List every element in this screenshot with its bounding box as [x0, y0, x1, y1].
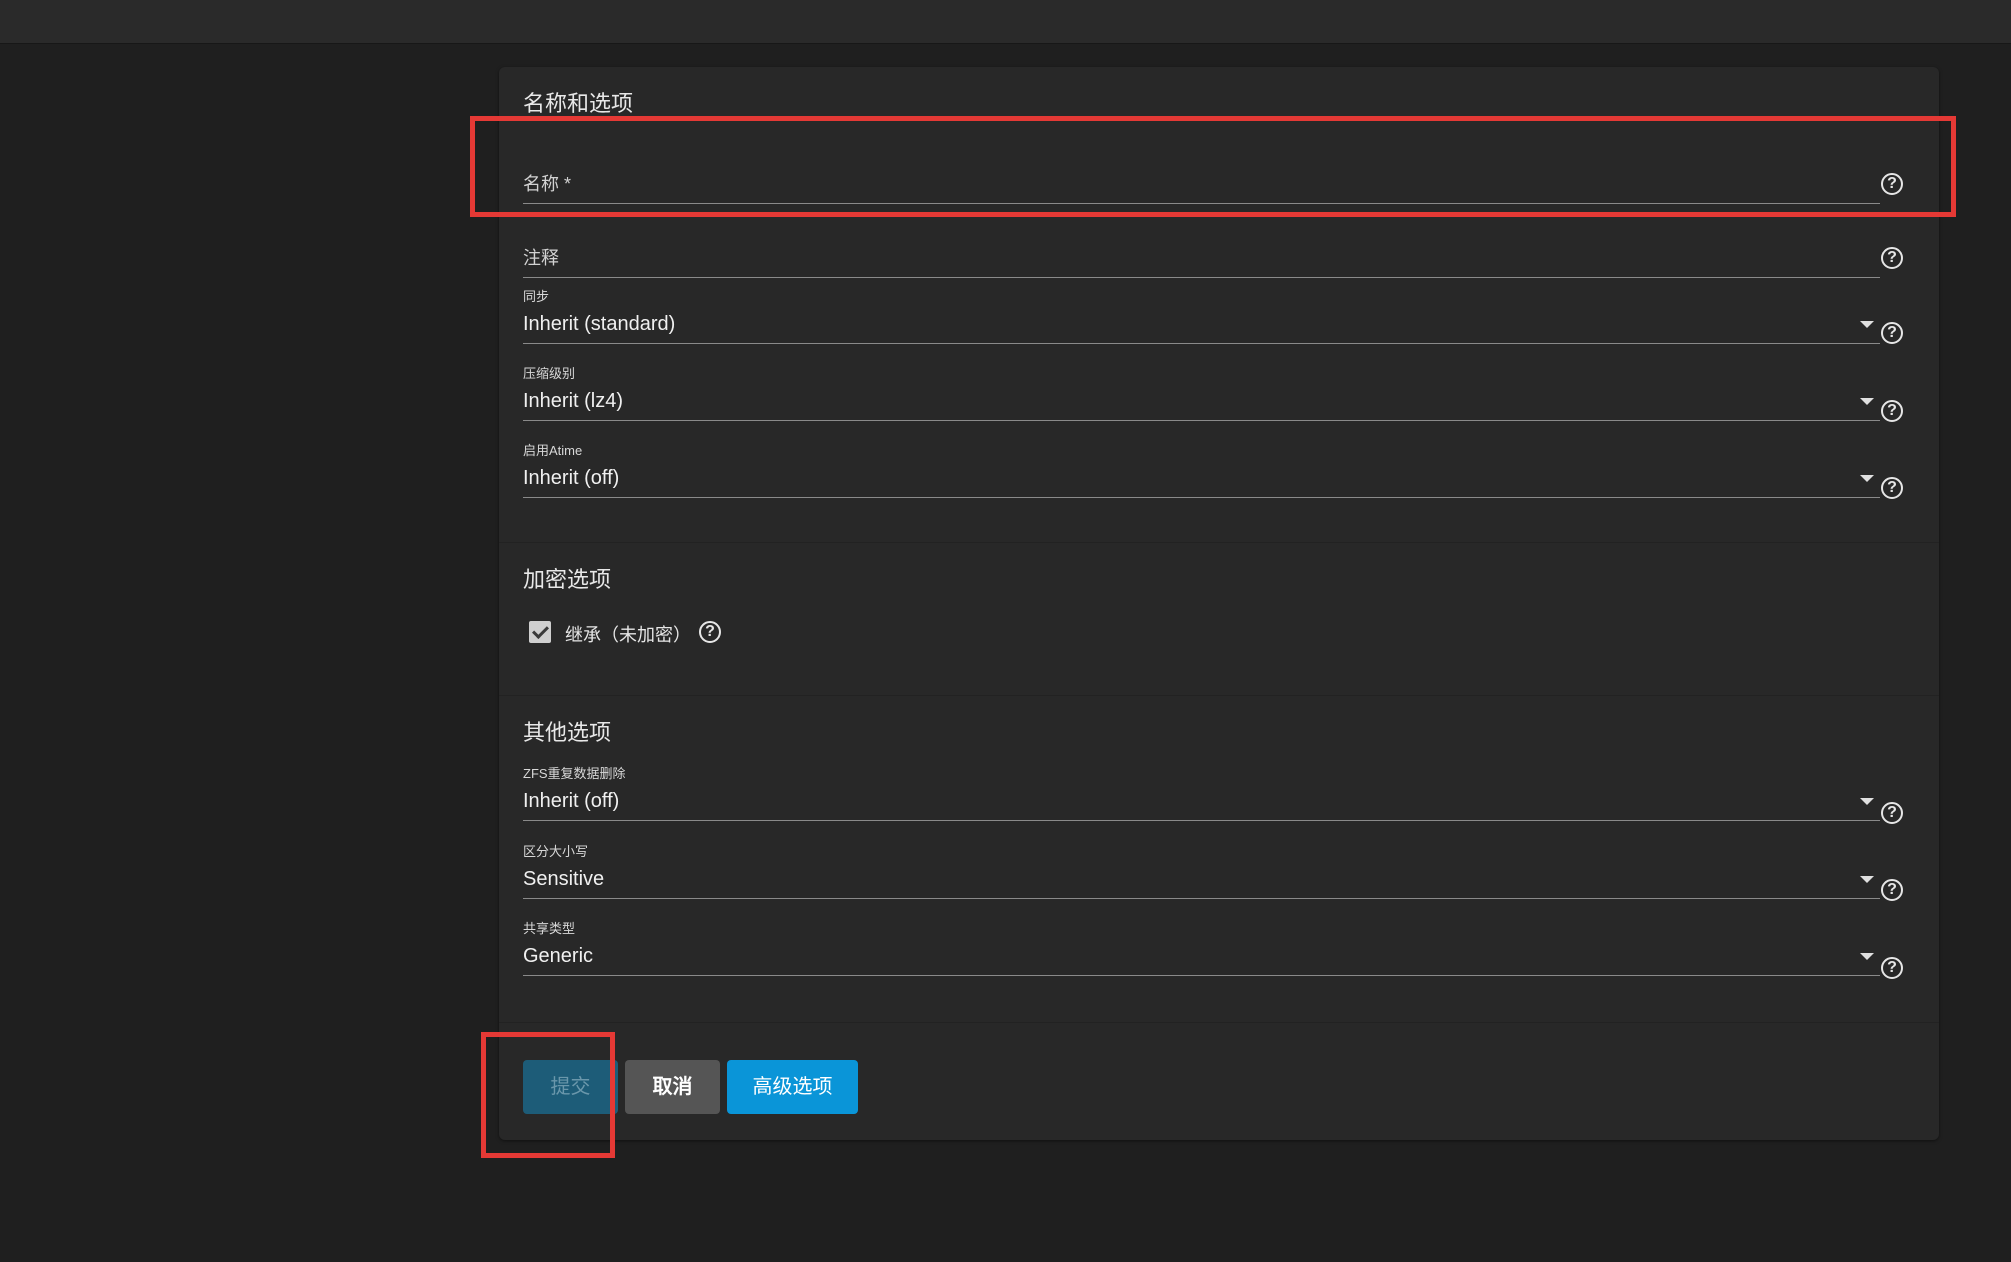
share-type-label: 共享类型	[523, 921, 576, 936]
case-sensitivity-select[interactable]: 区分大小写 Sensitive	[523, 841, 1880, 899]
cancel-button[interactable]: 取消	[625, 1060, 720, 1114]
section-title-name-options: 名称和选项	[523, 91, 634, 116]
help-icon-share-type[interactable]: ?	[1881, 957, 1903, 979]
section-divider	[499, 695, 1939, 696]
share-type-value: Generic	[523, 945, 594, 967]
comment-field[interactable]: 注释	[523, 230, 1880, 278]
advanced-options-button[interactable]: 高级选项	[727, 1060, 858, 1114]
compression-value: Inherit (lz4)	[523, 390, 624, 412]
comment-field-label: 注释	[523, 248, 559, 268]
inherit-encryption-label[interactable]: 继承（未加密）	[565, 621, 691, 647]
chevron-down-icon	[1860, 953, 1874, 960]
sync-select[interactable]: 同步 Inherit (standard)	[523, 286, 1880, 344]
name-field[interactable]: 名称 *	[523, 156, 1880, 204]
help-icon-sync[interactable]: ?	[1881, 322, 1903, 344]
help-icon-name[interactable]: ?	[1881, 173, 1903, 195]
compression-select[interactable]: 压缩级别 Inherit (lz4)	[523, 363, 1880, 421]
help-icon-comment[interactable]: ?	[1881, 247, 1903, 269]
section-title-other: 其他选项	[523, 720, 612, 745]
help-icon-dedup[interactable]: ?	[1881, 802, 1903, 824]
help-icon-encryption[interactable]: ?	[699, 621, 721, 643]
sync-label: 同步	[523, 289, 550, 304]
case-sensitivity-label: 区分大小写	[523, 844, 589, 859]
section-divider	[499, 1022, 1939, 1023]
compression-label: 压缩级别	[523, 366, 576, 381]
chevron-down-icon	[1860, 321, 1874, 328]
help-icon-case-sensitivity[interactable]: ?	[1881, 879, 1903, 901]
top-bar	[0, 0, 2011, 44]
chevron-down-icon	[1860, 798, 1874, 805]
checkmark-icon	[532, 622, 549, 639]
case-sensitivity-value: Sensitive	[523, 868, 605, 890]
atime-value: Inherit (off)	[523, 467, 620, 489]
inherit-encryption-checkbox[interactable]	[529, 621, 551, 643]
chevron-down-icon	[1860, 876, 1874, 883]
sync-value: Inherit (standard)	[523, 313, 676, 335]
chevron-down-icon	[1860, 398, 1874, 405]
dataset-form-card: 名称和选项 名称 * ? 注释 ? 同步 Inherit (standard) …	[499, 67, 1939, 1140]
submit-button[interactable]: 提交	[523, 1060, 618, 1114]
name-field-label: 名称 *	[523, 174, 572, 194]
share-type-select[interactable]: 共享类型 Generic	[523, 918, 1880, 976]
section-title-encryption: 加密选项	[523, 567, 612, 592]
chevron-down-icon	[1860, 475, 1874, 482]
atime-label: 启用Atime	[523, 443, 583, 458]
dedup-value: Inherit (off)	[523, 790, 620, 812]
help-icon-atime[interactable]: ?	[1881, 477, 1903, 499]
atime-select[interactable]: 启用Atime Inherit (off)	[523, 440, 1880, 498]
section-divider	[499, 542, 1939, 543]
dedup-select[interactable]: ZFS重复数据删除 Inherit (off)	[523, 763, 1880, 821]
dedup-label: ZFS重复数据删除	[523, 766, 626, 781]
help-icon-compression[interactable]: ?	[1881, 400, 1903, 422]
